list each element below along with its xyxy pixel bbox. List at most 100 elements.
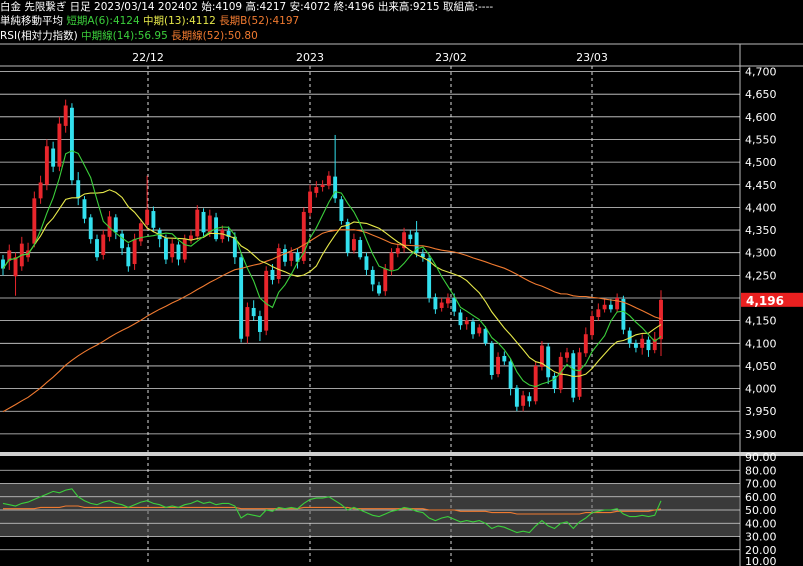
candle-body [101, 234, 106, 255]
candle [395, 243, 400, 258]
candle [602, 298, 607, 313]
price-tick-label: 4,400 [745, 201, 777, 214]
candle-body [565, 352, 569, 358]
candle [38, 175, 43, 204]
candle [546, 343, 551, 385]
candle [151, 206, 156, 233]
price-tick-label: 4,700 [745, 66, 777, 79]
candle-body [351, 239, 356, 251]
candle [189, 230, 193, 244]
candle [408, 230, 413, 244]
candle-body [95, 239, 99, 258]
candle [88, 214, 93, 244]
candle [126, 243, 131, 272]
candle [176, 241, 181, 266]
candle-body [477, 327, 482, 334]
candle [445, 293, 450, 308]
candle-body [163, 238, 168, 260]
candle-body [583, 334, 588, 354]
candle-body [314, 187, 319, 193]
candle [458, 309, 463, 330]
candle-body [333, 176, 338, 199]
candle-body [88, 217, 93, 240]
date-axis-label: 23/03 [576, 51, 608, 64]
candle-body [358, 240, 363, 258]
candle-body [326, 175, 331, 186]
price-tick-label: 4,550 [745, 133, 777, 146]
price-tick-label: 4,100 [745, 337, 777, 350]
last-price-label: 4,196 [746, 294, 784, 308]
price-tick-label: 4,600 [745, 111, 777, 124]
candle [640, 334, 645, 355]
candle-body [239, 257, 244, 339]
candle-body [596, 309, 601, 318]
candle [533, 361, 538, 405]
candle-body [483, 328, 488, 344]
candle-body [577, 352, 582, 397]
candle-body [508, 361, 513, 389]
candle [138, 218, 143, 246]
pane-divider [0, 452, 803, 456]
candle-body [427, 258, 432, 298]
candle [44, 139, 49, 191]
candle-body [433, 297, 438, 310]
candle-body [452, 298, 457, 312]
rsi-tick-label: 80.00 [745, 464, 777, 477]
candle [402, 227, 407, 253]
candle [145, 175, 150, 231]
candle [339, 196, 344, 225]
candle [514, 384, 519, 412]
candle-body [389, 252, 394, 270]
candle [590, 310, 595, 340]
price-tick-label: 4,450 [745, 179, 777, 192]
candle-body [201, 211, 206, 233]
price-tick-label: 4,050 [745, 360, 777, 373]
candle-body [408, 234, 413, 240]
candle-body [13, 257, 18, 277]
candle [57, 116, 62, 172]
candle [539, 341, 544, 371]
candle [527, 392, 532, 407]
candle-body [145, 209, 150, 225]
candle-body [308, 191, 313, 213]
candle [471, 318, 475, 339]
candle-body [445, 298, 450, 304]
candle-body [69, 107, 74, 181]
candle-body [608, 304, 613, 310]
price-tick-label: 4,250 [745, 269, 777, 282]
candle-body [251, 307, 256, 317]
candle [257, 310, 262, 342]
candle [283, 244, 287, 267]
candle-body [182, 239, 187, 260]
candle [358, 236, 363, 260]
candle [364, 252, 369, 276]
chart-canvas[interactable]: 4,700 4,650 4,600 4,550 4,500 4,450 4,400 4,350… [0, 0, 803, 566]
price-tick-label: 3,900 [745, 428, 777, 441]
candle-body [195, 209, 200, 237]
candle-body [283, 249, 287, 262]
ma-short-line [2, 150, 662, 388]
price-tick-label: 4,350 [745, 224, 777, 237]
candle [502, 351, 507, 366]
candle [76, 172, 81, 206]
candle [596, 303, 601, 321]
candle-body [176, 244, 181, 260]
candle-body [276, 248, 281, 279]
candle-body [170, 243, 175, 258]
candle [414, 221, 419, 258]
price-tick-label: 4,000 [745, 383, 777, 396]
candle-body [151, 211, 156, 228]
candle-body [496, 356, 501, 375]
rsi-tick-label: 10.00 [745, 555, 777, 566]
candle-body [289, 252, 294, 261]
candle [326, 171, 331, 190]
candle-body [502, 355, 507, 362]
candle-body [546, 346, 551, 378]
candle [251, 300, 256, 321]
candle-body [76, 180, 81, 199]
candle [163, 234, 168, 265]
candle [308, 184, 313, 217]
candle [433, 293, 438, 314]
candle [464, 317, 469, 330]
candle-body [646, 339, 651, 351]
